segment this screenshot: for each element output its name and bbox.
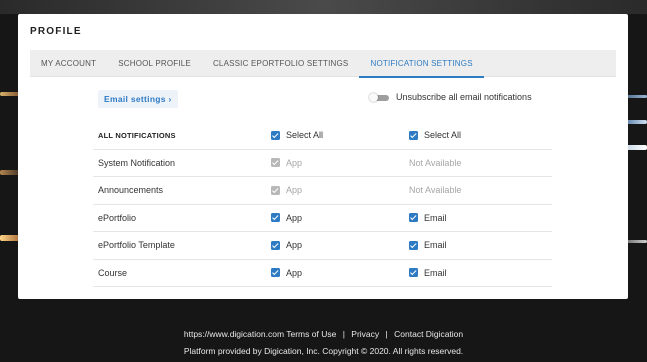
select-all-app: Select All	[271, 122, 323, 149]
app-checkbox[interactable]	[271, 268, 280, 278]
app-option: App	[271, 260, 302, 287]
email-option: Not Available	[409, 177, 461, 204]
unsubscribe-all: Unsubscribe all email notifications	[369, 92, 532, 102]
select-all-email-label: Select All	[424, 130, 462, 141]
app-label: App	[286, 185, 303, 196]
app-option: App	[271, 232, 302, 259]
email-label: Email	[424, 212, 447, 223]
unsubscribe-toggle[interactable]	[369, 92, 389, 102]
app-option: App	[271, 177, 302, 204]
unsubscribe-label: Unsubscribe all email notifications	[396, 92, 532, 102]
app-label: App	[286, 267, 303, 278]
app-label: App	[286, 240, 303, 251]
background-light-streak	[625, 120, 647, 124]
app-checkbox[interactable]	[271, 240, 280, 250]
tab-school-profile[interactable]: SCHOOL PROFILE	[107, 50, 202, 77]
app-option: App	[271, 150, 302, 177]
email-option: Email	[409, 205, 447, 232]
footer-url-link[interactable]: https://www.digication.com	[184, 329, 284, 339]
tab-classic-eportfolio-settings[interactable]: CLASSIC EPORTFOLIO SETTINGS	[202, 50, 360, 77]
app-option: App	[271, 205, 302, 232]
footer-separator: |	[385, 329, 388, 339]
row-label: ePortfolio	[98, 212, 137, 223]
background-light-streak	[625, 145, 647, 150]
app-label: App	[286, 157, 303, 168]
app-checkbox	[271, 158, 280, 168]
row-label: System Notification	[98, 157, 176, 168]
footer-privacy-link[interactable]: Privacy	[351, 329, 379, 339]
select-all-email: Select All	[409, 122, 461, 149]
table-row: ePortfolio Template App Email	[93, 232, 552, 260]
row-label: ePortfolio Template	[98, 240, 175, 251]
app-checkbox[interactable]	[271, 213, 280, 223]
email-settings-button[interactable]: Email settings ›	[98, 90, 178, 108]
row-label: Course	[98, 267, 128, 278]
table-header-row: ALL NOTIFICATIONS Select All Select All	[93, 122, 552, 150]
footer-copyright: Platform provided by Digication, Inc. Co…	[183, 346, 464, 356]
background-light-streak	[625, 95, 647, 98]
row-label: Announcements	[98, 185, 164, 196]
notification-table: ALL NOTIFICATIONS Select All Select All …	[93, 122, 552, 287]
tab-bar: MY ACCOUNT SCHOOL PROFILE CLASSIC EPORTF…	[30, 50, 616, 78]
email-not-available: Not Available	[409, 185, 462, 196]
table-row: Announcements App Not Available	[93, 177, 552, 205]
background-light-streak	[625, 240, 647, 243]
select-all-email-checkbox[interactable]	[409, 130, 418, 140]
app-label: App	[286, 212, 303, 223]
email-label: Email	[424, 240, 447, 251]
email-not-available: Not Available	[409, 157, 462, 168]
tab-my-account[interactable]: MY ACCOUNT	[30, 50, 107, 77]
all-notifications-label: ALL NOTIFICATIONS	[98, 130, 176, 140]
table-row: ePortfolio App Email	[93, 205, 552, 232]
footer-links: https://www.digication.com Terms of Use …	[0, 326, 647, 343]
footer-separator: |	[342, 329, 345, 339]
footer: https://www.digication.com Terms of Use …	[0, 326, 647, 360]
email-checkbox[interactable]	[409, 213, 418, 223]
background-top-strip	[0, 0, 647, 14]
email-checkbox[interactable]	[409, 240, 418, 250]
select-all-app-checkbox[interactable]	[271, 130, 280, 140]
table-row: System Notification App Not Available	[93, 150, 552, 177]
email-option: Not Available	[409, 150, 461, 177]
footer-terms-link[interactable]: Terms of Use	[286, 329, 336, 339]
select-all-app-label: Select All	[286, 130, 324, 141]
tab-notification-settings[interactable]: NOTIFICATION SETTINGS	[359, 50, 485, 78]
footer-contact-link[interactable]: Contact Digication	[394, 329, 463, 339]
app-checkbox	[271, 185, 280, 195]
toggle-knob	[369, 92, 378, 102]
email-option: Email	[409, 232, 447, 259]
profile-card: PROFILE MY ACCOUNT SCHOOL PROFILE CLASSI…	[18, 14, 628, 299]
table-row: Course App Email	[93, 260, 552, 287]
email-checkbox[interactable]	[409, 268, 418, 278]
page-title: PROFILE	[30, 26, 82, 37]
email-option: Email	[409, 260, 447, 287]
email-label: Email	[424, 267, 447, 278]
